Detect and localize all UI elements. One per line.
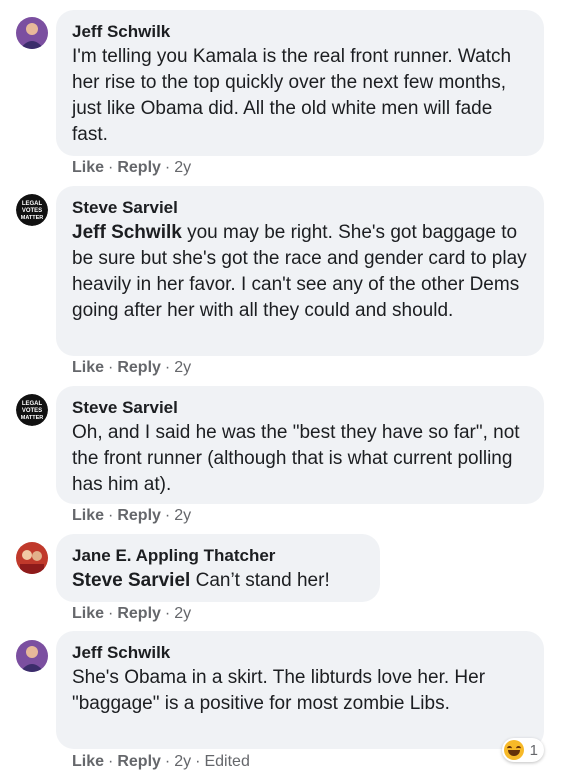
comment-bubble: Steve Sarviel Oh, and I said he was the … — [56, 386, 544, 504]
timestamp[interactable]: 2y — [174, 753, 191, 770]
edited-label[interactable]: Edited — [204, 753, 249, 770]
svg-text:VOTES: VOTES — [22, 208, 42, 214]
comment-actions: Like · Reply · 2y — [72, 605, 192, 622]
timestamp[interactable]: 2y — [174, 605, 191, 622]
like-link[interactable]: Like — [72, 605, 104, 622]
comment-actions: Like · Reply · 2y · Edited — [72, 753, 250, 770]
comment-author[interactable]: Jane E. Appling Thatcher — [72, 546, 364, 566]
comment-text: Jeff Schwilk you may be right. She's got… — [72, 220, 528, 324]
comment-body: Can’t stand her! — [190, 570, 330, 591]
avatar[interactable]: LEGAL VOTES MATTER — [16, 194, 48, 226]
comment-author[interactable]: Steve Sarviel — [72, 398, 528, 418]
comment-bubble: Jeff Schwilk I'm telling you Kamala is t… — [56, 10, 544, 156]
svg-text:LEGAL: LEGAL — [22, 201, 43, 207]
svg-text:MATTER: MATTER — [21, 215, 44, 221]
timestamp[interactable]: 2y — [174, 159, 191, 176]
avatar[interactable] — [16, 542, 48, 574]
reply-link[interactable]: Reply — [117, 159, 161, 176]
comment-text: Oh, and I said he was the "best they hav… — [72, 422, 520, 495]
reply-link[interactable]: Reply — [117, 359, 161, 376]
timestamp[interactable]: 2y — [174, 359, 191, 376]
svg-text:MATTER: MATTER — [21, 415, 44, 421]
comment-bubble: Jeff Schwilk She's Obama in a skirt. The… — [56, 631, 544, 749]
user-photo-icon — [16, 542, 48, 574]
laughing-emoji-icon — [503, 740, 524, 760]
avatar[interactable] — [16, 640, 48, 672]
like-link[interactable]: Like — [72, 507, 104, 524]
reply-link[interactable]: Reply — [117, 605, 161, 622]
svg-text:LEGAL: LEGAL — [22, 401, 43, 407]
avatar[interactable] — [16, 17, 48, 49]
comment-text: I'm telling you Kamala is the real front… — [72, 46, 512, 145]
legal-votes-matter-logo-icon: LEGAL VOTES MATTER — [16, 394, 48, 426]
reaction-number: 1 — [529, 741, 538, 759]
comment-author[interactable]: Jeff Schwilk — [72, 643, 528, 663]
user-photo-icon — [16, 640, 48, 672]
like-link[interactable]: Like — [72, 359, 104, 376]
mention-link[interactable]: Steve Sarviel — [72, 570, 190, 591]
comment-text: She's Obama in a skirt. The libturds lov… — [72, 667, 486, 714]
avatar[interactable]: LEGAL VOTES MATTER — [16, 394, 48, 426]
comment-author[interactable]: Jeff Schwilk — [72, 22, 528, 42]
reaction-count[interactable]: 1 — [501, 738, 544, 762]
comment-bubble: Jane E. Appling Thatcher Steve Sarviel C… — [56, 534, 380, 602]
svg-text:VOTES: VOTES — [22, 408, 42, 414]
comment-bubble: Steve Sarviel Jeff Schwilk you may be ri… — [56, 186, 544, 356]
user-photo-icon — [16, 17, 48, 49]
mention-link[interactable]: Jeff Schwilk — [72, 222, 182, 243]
reply-link[interactable]: Reply — [117, 753, 161, 770]
legal-votes-matter-logo-icon: LEGAL VOTES MATTER — [16, 194, 48, 226]
comment-actions: Like · Reply · 2y — [72, 159, 192, 176]
comment-text: Steve Sarviel Can’t stand her! — [72, 568, 364, 594]
comment-actions: Like · Reply · 2y — [72, 359, 192, 376]
reply-link[interactable]: Reply — [117, 507, 161, 524]
timestamp[interactable]: 2y — [174, 507, 191, 524]
like-link[interactable]: Like — [72, 753, 104, 770]
like-link[interactable]: Like — [72, 159, 104, 176]
comment-actions: Like · Reply · 2y — [72, 507, 192, 524]
comment-author[interactable]: Steve Sarviel — [72, 198, 528, 218]
